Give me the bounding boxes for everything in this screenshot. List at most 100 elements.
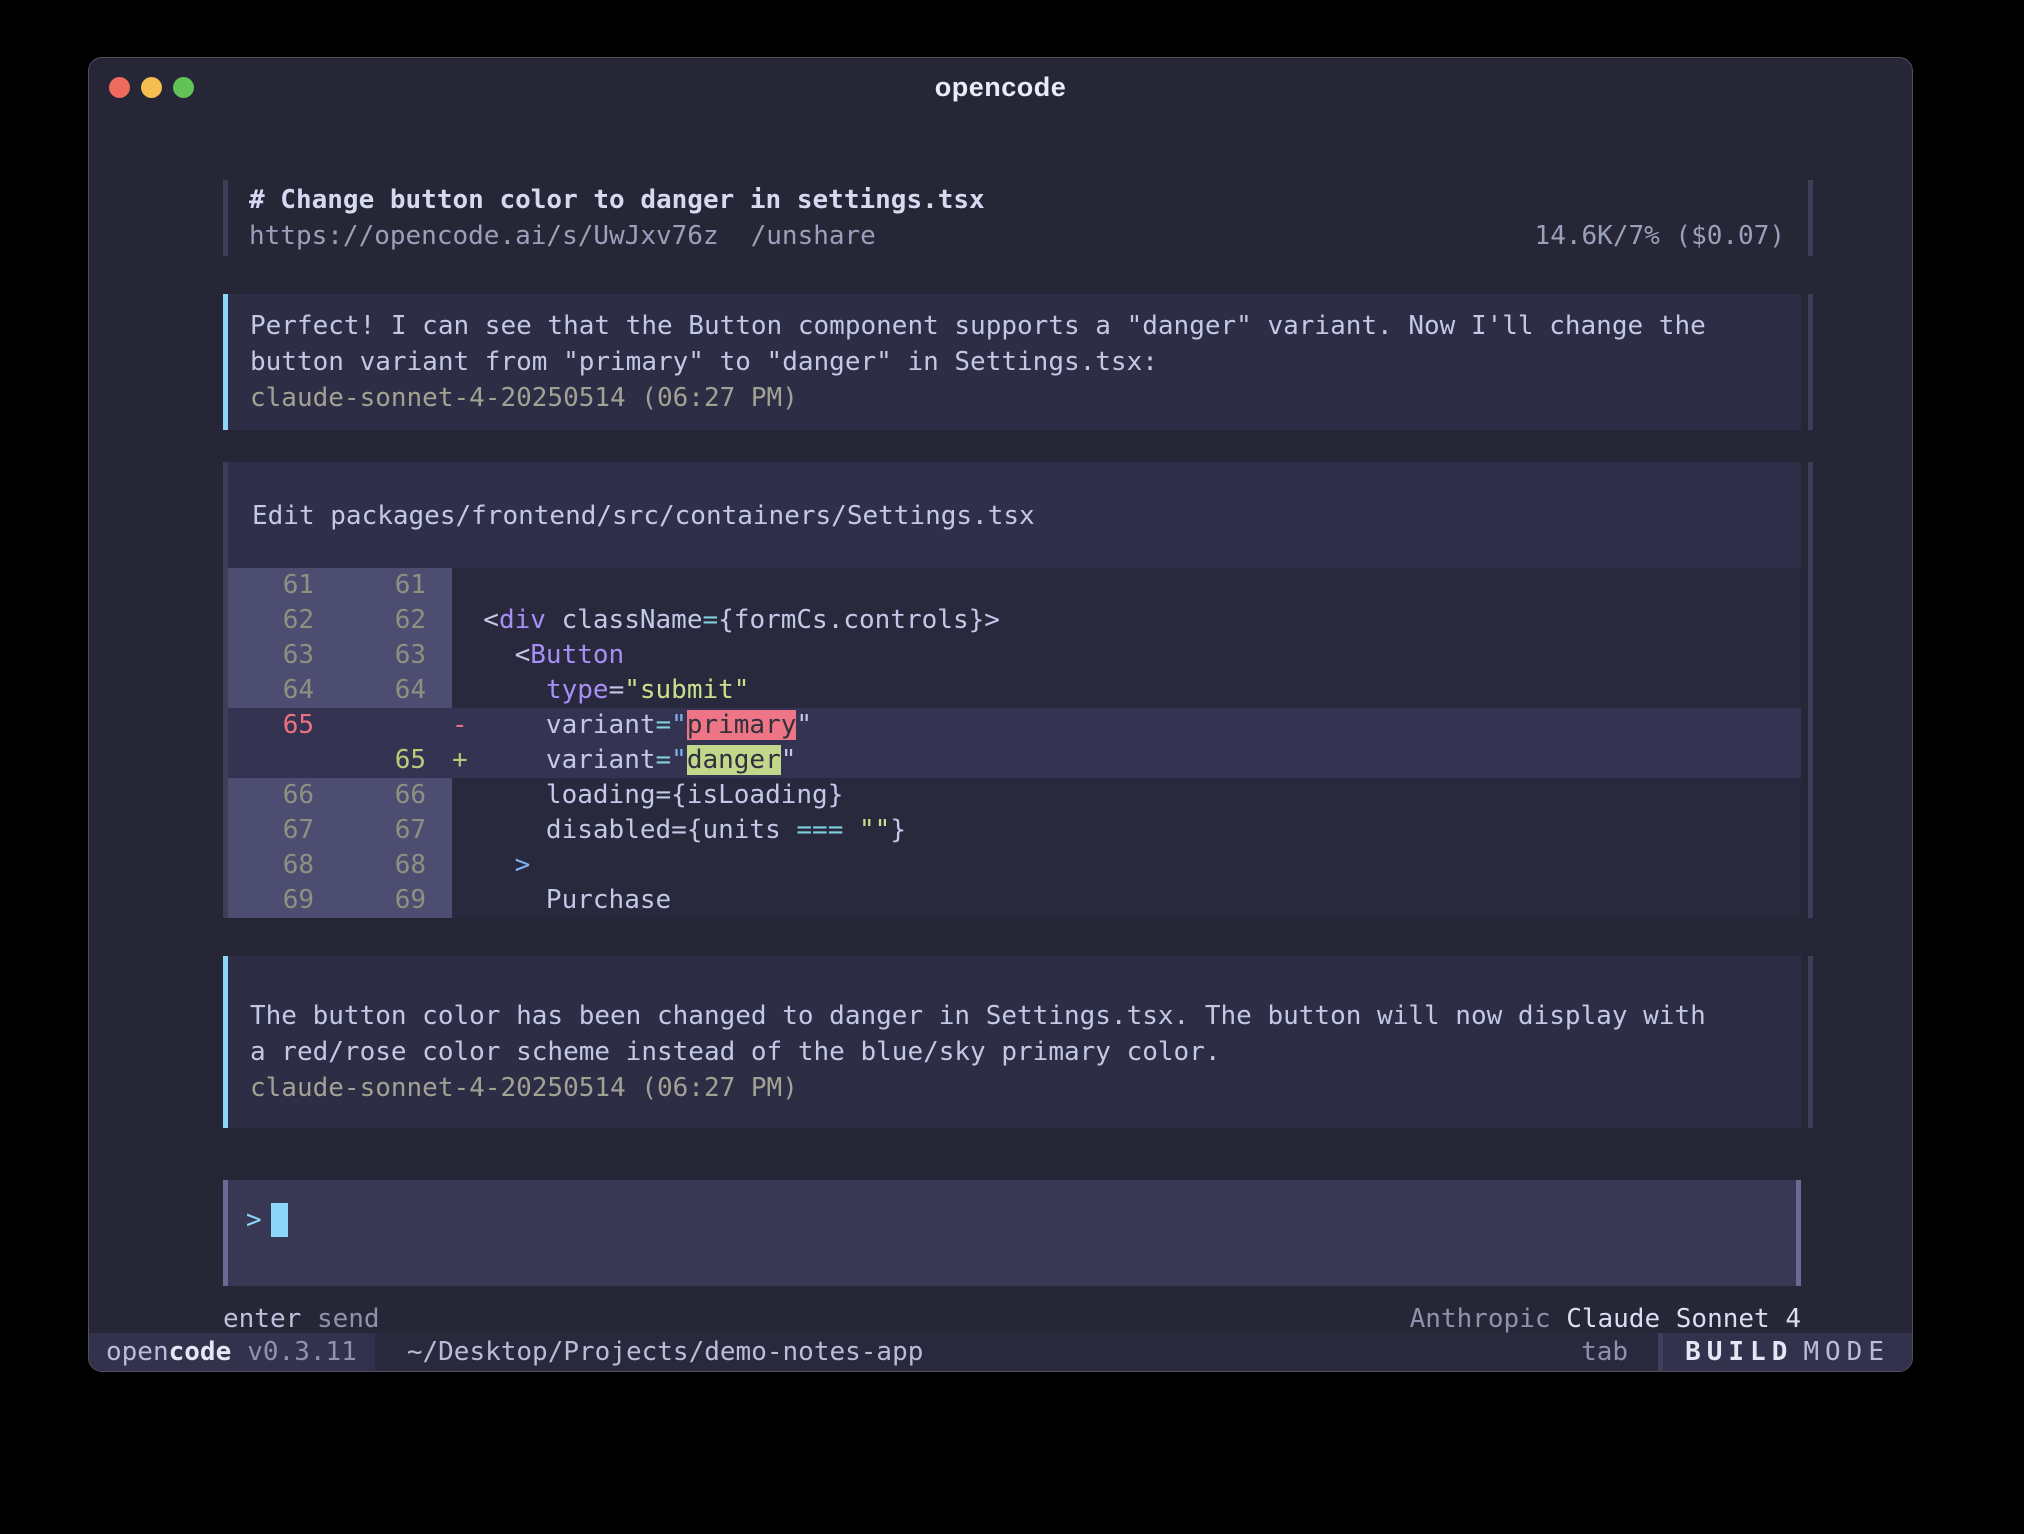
code-token: " [671,710,687,740]
code-token: loading [468,780,656,810]
new-line-number: 67 [340,813,452,848]
share-url[interactable]: https://opencode.ai/s/UwJxv76z [249,218,719,254]
old-line-number [228,743,340,778]
prompt-input[interactable]: > [223,1180,1801,1286]
code-token: {units [687,815,797,845]
new-line-number [340,708,452,743]
provider-label: Anthropic [1410,1304,1551,1334]
diff-code-line: loading={isLoading} [452,778,1801,813]
token-usage: 14.6K/7% ($0.07) [1535,218,1801,254]
code-token: variant [468,745,656,775]
code-token: < [468,640,531,670]
diff-code-line: <div className={formCs.controls}> [452,603,1801,638]
hint-row: enter send Anthropic Claude Sonnet 4 [223,1302,1801,1336]
code-token: type [546,675,609,705]
diff-marker [452,850,468,880]
code-token: primary [687,710,797,740]
code-token: "submit" [624,675,749,705]
opencode-window: opencode # Change button color to danger… [88,57,1913,1372]
diff-row-ctx: 6767 disabled={units === ""} [228,813,1801,848]
code-token: = [656,710,672,740]
diff-gutter: 6363 [228,638,452,673]
prompt-symbol: > [246,1202,262,1238]
diff-code-line: type="submit" [452,673,1801,708]
new-line-number: 64 [340,673,452,708]
app-version: v0.3.11 [247,1337,357,1367]
message-text-line: The button color has been changed to dan… [250,998,1777,1034]
diff-row-del: 65- variant="primary" [228,708,1801,743]
diff-row-ctx: 6868 > [228,848,1801,883]
model-label [1551,1304,1567,1334]
old-line-number: 67 [228,813,340,848]
new-line-number: 61 [340,568,452,603]
code-token: = [671,815,687,845]
diff-gutter: 65 [228,743,452,778]
old-line-number: 61 [228,568,340,603]
diff-marker [452,570,468,600]
code-token: = [656,780,672,810]
message-text-line: button variant from "primary" to "danger… [250,344,1777,380]
diff-code-line [452,568,1801,603]
diff-row-add: 65+ variant="danger" [228,743,1801,778]
code-token [468,850,515,880]
app-version-segment: opencodev0.3.11 [89,1333,375,1371]
code-token: " [796,710,812,740]
diff-gutter: 6262 [228,603,452,638]
model-name: Claude Sonnet 4 [1566,1304,1801,1334]
diff-row-ctx: 6262 <div className={formCs.controls}> [228,603,1801,638]
send-hint-label: send [317,1302,380,1336]
code-token: variant [468,710,656,740]
diff-code-line: - variant="primary" [452,708,1801,743]
old-line-number: 69 [228,883,340,918]
diff-row-ctx: 6363 <Button [228,638,1801,673]
diff-marker [452,815,468,845]
diff-marker [452,885,468,915]
code-token: = [609,675,625,705]
code-token: = [702,605,718,635]
diff-row-ctx: 6969 Purchase [228,883,1801,918]
code-token: {formCs.controls}> [718,605,1000,635]
diff-marker [452,605,468,635]
code-token: div [499,605,546,635]
mode-segment[interactable]: BUILD MODE [1663,1333,1912,1371]
message-model-timestamp: claude-sonnet-4-20250514 (06:27 PM) [250,1070,1777,1106]
message-right-rail [1808,294,1813,430]
send-hint [301,1302,317,1336]
diff-code-line: <Button [452,638,1801,673]
diff-gutter: 6868 [228,848,452,883]
new-line-number: 62 [340,603,452,638]
assistant-message: The button color has been changed to dan… [223,956,1801,1128]
diff-code-line: Purchase [452,883,1801,918]
diff-gutter: 6161 [228,568,452,603]
old-line-number: 64 [228,673,340,708]
diff-gutter: 65 [228,708,452,743]
diff-marker: - [452,710,468,740]
code-token: className [546,605,703,635]
code-token: " [671,745,687,775]
message-right-rail [1808,956,1813,1128]
app-name-bold: code [169,1337,232,1367]
window-title: opencode [89,72,1912,103]
code-token: danger [687,745,781,775]
message-text-line: a red/rose color scheme instead of the b… [250,1034,1777,1070]
diff-gutter: 6969 [228,883,452,918]
conversation-area: # Change button color to danger in setti… [223,116,1801,1336]
new-line-number: 63 [340,638,452,673]
tab-key-hint[interactable]: tab [1581,1337,1628,1367]
code-token: " [781,745,797,775]
new-line-number: 66 [340,778,452,813]
session-header: # Change button color to danger in setti… [223,180,1801,256]
code-token: {isLoading} [671,780,843,810]
diff-code-line: disabled={units === ""} [452,813,1801,848]
enter-key-hint: enter [223,1302,301,1336]
code-token: === [796,815,843,845]
old-line-number: 68 [228,848,340,883]
code-token: = [656,745,672,775]
header-left-rail [223,180,228,256]
diff-code-line: + variant="danger" [452,743,1801,778]
unshare-command[interactable]: /unshare [751,218,876,254]
diff-marker: + [452,745,468,775]
diff-gutter: 6464 [228,673,452,708]
message-model-timestamp: claude-sonnet-4-20250514 (06:27 PM) [250,380,1777,416]
code-token: < [468,605,499,635]
